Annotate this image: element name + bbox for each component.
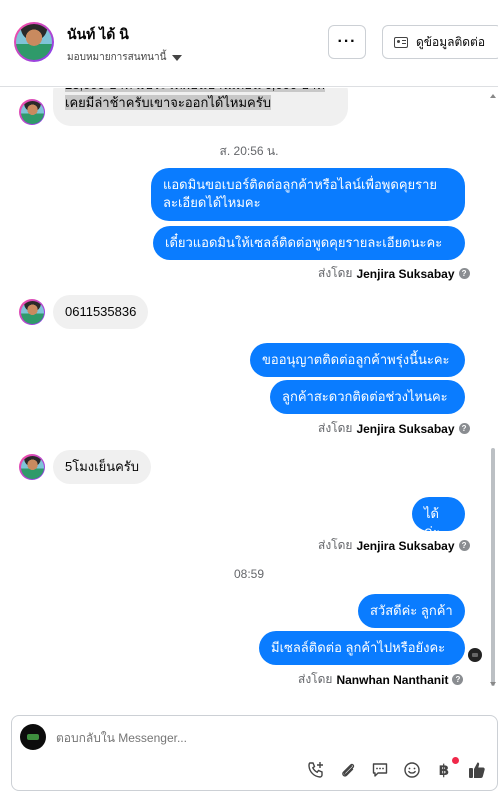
message-text: 23,000 บาท มีประวัติผ่อนบ้านเดือน 6,000 … bbox=[65, 88, 325, 110]
scrollbar-thumb[interactable] bbox=[491, 448, 495, 686]
info-icon[interactable]: ? bbox=[458, 423, 470, 434]
sender-name: Jenjira Suksabay bbox=[356, 266, 455, 281]
scroll-down-arrow[interactable] bbox=[490, 682, 496, 686]
outgoing-message[interactable]: แอดมินขอเบอร์ติดต่อลูกค้าหรือไลน์เพื่อพู… bbox=[151, 168, 465, 221]
contact-avatar-image bbox=[20, 100, 44, 124]
view-contact-info-label: ดูข้อมูลติดต่อ bbox=[416, 34, 486, 49]
assign-conversation-label: มอบหมายการสนทนานี้ bbox=[67, 52, 167, 63]
contact-avatar-small bbox=[19, 454, 45, 480]
outgoing-message[interactable]: ได้ค่ะ bbox=[412, 497, 465, 539]
sender-name: Jenjira Suksabay bbox=[356, 421, 455, 436]
contact-avatar-small bbox=[19, 99, 45, 125]
sent-by-prefix: ส่งโดย bbox=[318, 538, 353, 552]
message-thread[interactable]: 23,000 บาท มีประวัติผ่อนบ้านเดือน 6,000 … bbox=[0, 88, 498, 690]
sent-by-label: ส่งโดย Nanwhan Nanthanit ? bbox=[298, 670, 464, 689]
caret-down-icon bbox=[172, 54, 183, 61]
contact-card-icon bbox=[394, 36, 408, 48]
outgoing-message[interactable]: ขออนุญาตติดต่อลูกค้าพรุ่งนี้นะคะ bbox=[250, 343, 465, 377]
notification-dot bbox=[452, 757, 459, 764]
more-options-label: ··· bbox=[337, 33, 357, 50]
outgoing-message[interactable]: ลูกค้าสะดวกติดต่อช่วงไหนคะ bbox=[270, 380, 465, 414]
page-avatar bbox=[20, 724, 46, 750]
info-icon[interactable]: ? bbox=[452, 674, 464, 685]
outgoing-message[interactable]: มีเซลล์ติดต่อ ลูกค้าไปหรือยังคะ bbox=[259, 631, 465, 665]
sent-by-prefix: ส่งโดย bbox=[298, 672, 333, 686]
info-icon[interactable]: ? bbox=[458, 540, 470, 551]
sent-by-prefix: ส่งโดย bbox=[318, 421, 353, 435]
view-contact-info-button[interactable]: ดูข้อมูลติดต่อ bbox=[382, 25, 498, 59]
sent-by-label: ส่งโดย Jenjira Suksabay ? bbox=[318, 536, 470, 555]
call-add-icon[interactable] bbox=[306, 760, 326, 780]
sent-by-label: ส่งโดย Jenjira Suksabay ? bbox=[318, 419, 470, 438]
reply-input[interactable] bbox=[56, 731, 356, 745]
incoming-message[interactable]: 0611535836 bbox=[53, 295, 149, 329]
scroll-up-arrow[interactable] bbox=[490, 94, 496, 98]
sender-name: Nanwhan Nanthanit bbox=[336, 672, 449, 687]
outgoing-message[interactable]: เดี๋ยวแอดมินให้เซลล์ติดต่อพูดคุยรายละเอี… bbox=[153, 226, 465, 260]
contact-avatar[interactable] bbox=[14, 22, 54, 62]
incoming-message[interactable]: 5โมงเย็นครับ bbox=[53, 450, 152, 484]
assign-conversation-dropdown[interactable]: มอบหมายการสนทนานี้ bbox=[67, 50, 183, 65]
read-receipt-avatar bbox=[468, 648, 482, 662]
incoming-message[interactable]: 23,000 บาท มีประวัติผ่อนบ้านเดือน 6,000 … bbox=[53, 88, 348, 126]
more-options-button[interactable]: ··· bbox=[328, 25, 366, 59]
chat-bubble-icon[interactable] bbox=[370, 760, 390, 780]
sent-by-prefix: ส่งโดย bbox=[318, 266, 353, 280]
sent-by-label: ส่งโดย Jenjira Suksabay ? bbox=[318, 264, 470, 283]
baht-icon[interactable]: ฿ bbox=[434, 760, 454, 780]
timestamp: 08:59 bbox=[233, 567, 265, 581]
timestamp: ส. 20:56 น. bbox=[219, 144, 279, 158]
paperclip-icon[interactable] bbox=[338, 760, 358, 780]
contact-avatar-image bbox=[16, 24, 52, 60]
reply-composer: ฿ bbox=[11, 715, 498, 791]
contact-avatar-image bbox=[20, 455, 44, 479]
info-icon[interactable]: ? bbox=[458, 268, 470, 279]
contact-name[interactable]: นันท์ ได้ นิ bbox=[67, 24, 129, 46]
emoji-icon[interactable] bbox=[402, 760, 422, 780]
outgoing-message[interactable]: สวัสดีค่ะ ลูกค้า bbox=[358, 594, 465, 628]
thumbs-up-icon[interactable] bbox=[467, 760, 487, 780]
contact-avatar-small bbox=[19, 299, 45, 325]
conversation-header: นันท์ ได้ นิ มอบหมายการสนทนานี้ ··· ดูข้… bbox=[0, 0, 498, 87]
contact-avatar-image bbox=[20, 300, 44, 324]
sender-name: Jenjira Suksabay bbox=[356, 538, 455, 553]
